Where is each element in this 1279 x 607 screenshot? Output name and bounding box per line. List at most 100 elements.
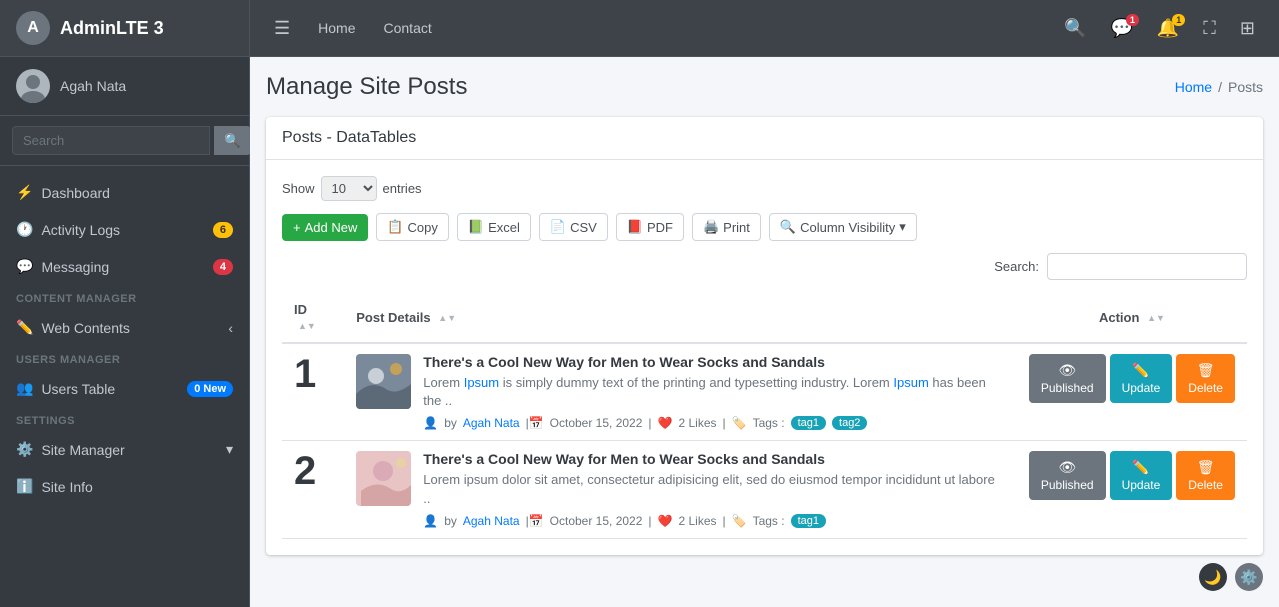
- tag: tag1: [791, 514, 826, 528]
- messages-button[interactable]: 💬 1: [1102, 12, 1140, 45]
- sidebar-item-label: Dashboard: [41, 185, 110, 201]
- dark-mode-toggle-button[interactable]: 🌙: [1199, 563, 1227, 591]
- table-row: 1: [282, 343, 1247, 441]
- tag: tag2: [832, 416, 867, 430]
- sidebar-item-users-table[interactable]: 👥 Users Table 0 New: [0, 370, 249, 407]
- likes-count: 2 Likes: [678, 416, 716, 430]
- entries-label: entries: [383, 181, 422, 196]
- csv-button[interactable]: 📄 CSV: [539, 213, 608, 241]
- trash-icon: 🗑: [1197, 459, 1215, 476]
- avatar: [16, 69, 50, 103]
- nav-link-home[interactable]: Home: [310, 16, 363, 40]
- apps-button[interactable]: ⊞: [1232, 12, 1263, 45]
- sidebar-item-web-contents[interactable]: ✏️ Web Contents ‹: [0, 309, 249, 346]
- top-navbar: ☰ Home Contact 🔍 💬 1 🔔 1 ⛶ ⊞: [250, 0, 1279, 57]
- copy-button[interactable]: 📋 Copy: [376, 213, 449, 241]
- notifications-button[interactable]: 🔔 1: [1149, 12, 1187, 45]
- add-new-button[interactable]: + Add New: [282, 214, 368, 241]
- col-post-details: Post Details ▲▼: [344, 292, 1017, 343]
- post-excerpt: Lorem ipsum dolor sit amet, consectetur …: [423, 471, 1005, 507]
- sidebar-nav: ⚡ Dashboard 🕐 Activity Logs 6 💬 Messagin…: [0, 166, 249, 607]
- top-navbar-right: 🔍 💬 1 🔔 1 ⛶ ⊞: [1056, 12, 1263, 45]
- delete-button[interactable]: 🗑 Delete: [1176, 451, 1235, 500]
- action-buttons: 👁 Published ✏️ Update 🗑: [1029, 354, 1235, 403]
- chevron-down-icon: ▾: [226, 441, 233, 458]
- column-visibility-icon: 🔍: [780, 219, 796, 235]
- post-content: There's a Cool New Way for Men to Wear S…: [423, 451, 1005, 527]
- pdf-button[interactable]: 📕 PDF: [616, 213, 684, 241]
- tag: tag1: [791, 416, 826, 430]
- dropdown-icon: ▾: [899, 219, 906, 235]
- author-icon: 👤: [423, 416, 438, 430]
- delete-button[interactable]: 🗑 Delete: [1176, 354, 1235, 403]
- print-button[interactable]: 🖨️ Print: [692, 213, 761, 241]
- fullscreen-button[interactable]: ⛶: [1195, 12, 1224, 45]
- published-button[interactable]: 👁 Published: [1029, 451, 1106, 500]
- card-body: Show 10 25 50 100 entries + Add: [266, 160, 1263, 555]
- post-details-cell: There's a Cool New Way for Men to Wear S…: [344, 343, 1017, 441]
- post-date: October 15, 2022: [550, 514, 643, 528]
- plus-icon: +: [293, 220, 301, 235]
- action-cell: 👁 Published ✏️ Update 🗑: [1017, 441, 1247, 538]
- sidebar-item-site-info[interactable]: ℹ️ Site Info: [0, 468, 249, 505]
- sidebar-item-label: Site Manager: [41, 442, 124, 458]
- post-title: There's a Cool New Way for Men to Wear S…: [423, 451, 1005, 467]
- site-info-icon: ℹ️: [16, 478, 33, 495]
- table-row: 2: [282, 441, 1247, 538]
- tag-icon: 🏷️: [732, 514, 747, 528]
- posts-table: ID ▲▼ Post Details ▲▼ Action ▲▼: [282, 292, 1247, 539]
- users-table-badge: 0 New: [187, 381, 233, 397]
- search-button[interactable]: 🔍: [1056, 12, 1094, 45]
- menu-toggle-button[interactable]: ☰: [266, 14, 298, 43]
- settings-cog-button[interactable]: ⚙️: [1235, 563, 1263, 591]
- sort-icon[interactable]: ▲▼: [1147, 313, 1165, 323]
- update-button[interactable]: ✏️ Update: [1110, 451, 1173, 500]
- content-header: Manage Site Posts Home / Posts: [266, 73, 1263, 101]
- web-contents-icon: ✏️: [16, 319, 33, 336]
- col-action: Action ▲▼: [1017, 292, 1247, 343]
- nav-link-contact[interactable]: Contact: [376, 16, 440, 40]
- pdf-icon: 📕: [627, 219, 643, 235]
- column-visibility-button[interactable]: 🔍 Column Visibility ▾: [769, 213, 917, 241]
- site-manager-icon: ⚙️: [16, 441, 33, 458]
- sidebar-item-messaging[interactable]: 💬 Messaging 4: [0, 248, 249, 285]
- brand-icon: A: [16, 11, 50, 45]
- post-thumbnail: [356, 354, 411, 409]
- sidebar-item-dashboard[interactable]: ⚡ Dashboard: [0, 174, 249, 211]
- sidebar-item-activity-logs[interactable]: 🕐 Activity Logs 6: [0, 211, 249, 248]
- author-link[interactable]: Agah Nata: [463, 416, 520, 430]
- action-buttons: 👁 Published ✏️ Update 🗑: [1029, 451, 1235, 500]
- row-number: 2: [294, 449, 324, 493]
- sidebar-item-label: Activity Logs: [41, 222, 120, 238]
- excel-button[interactable]: 📗 Excel: [457, 213, 531, 241]
- eye-icon: 👁: [1058, 362, 1076, 379]
- search-input[interactable]: [12, 126, 210, 155]
- messages-badge: 1: [1126, 14, 1139, 26]
- show-entries: Show 10 25 50 100 entries: [282, 176, 422, 201]
- likes-count: 2 Likes: [678, 514, 716, 528]
- update-button[interactable]: ✏️ Update: [1110, 354, 1173, 403]
- post-date: October 15, 2022: [550, 416, 643, 430]
- datatable-controls: Show 10 25 50 100 entries: [282, 176, 1247, 201]
- show-select[interactable]: 10 25 50 100: [321, 176, 377, 201]
- breadcrumb-home[interactable]: Home: [1175, 79, 1212, 95]
- post-details-cell: There's a Cool New Way for Men to Wear S…: [344, 441, 1017, 538]
- sidebar-item-site-manager[interactable]: ⚙️ Site Manager ▾: [0, 431, 249, 468]
- notifications-badge: 1: [1172, 14, 1185, 26]
- sort-icon[interactable]: ▲▼: [298, 321, 316, 331]
- table-search-input[interactable]: [1047, 253, 1247, 280]
- eye-icon: 👁: [1058, 459, 1076, 476]
- sidebar-item-label: Messaging: [41, 259, 109, 275]
- post-content: There's a Cool New Way for Men to Wear S…: [423, 354, 1005, 430]
- breadcrumb-current: Posts: [1228, 79, 1263, 95]
- search-button[interactable]: 🔍: [214, 126, 251, 155]
- col-id: ID ▲▼: [282, 292, 344, 343]
- post-row: There's a Cool New Way for Men to Wear S…: [356, 451, 1005, 527]
- card-title: Posts - DataTables: [282, 129, 416, 146]
- sidebar-search-container: 🔍: [0, 116, 249, 166]
- section-settings: SETTINGS: [0, 407, 249, 431]
- print-icon: 🖨️: [703, 219, 719, 235]
- author-link[interactable]: Agah Nata: [463, 514, 520, 528]
- published-button[interactable]: 👁 Published: [1029, 354, 1106, 403]
- sort-icon[interactable]: ▲▼: [438, 313, 456, 323]
